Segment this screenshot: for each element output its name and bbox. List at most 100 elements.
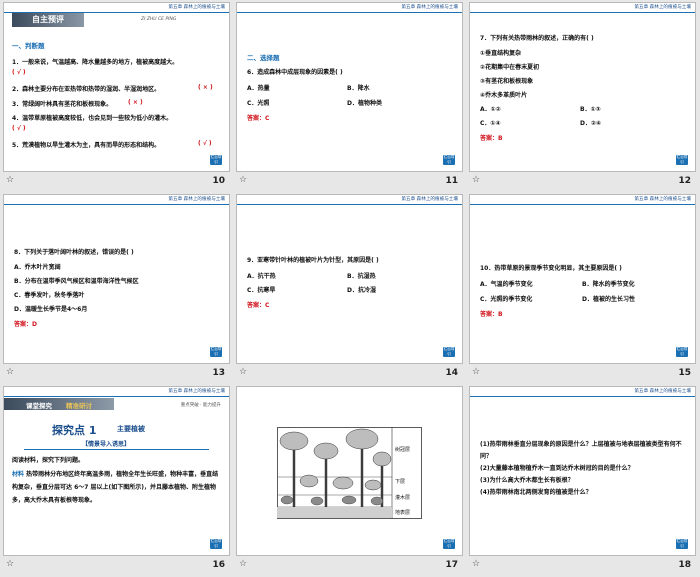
star-icon: ☆: [472, 175, 481, 185]
question-item: (2)大量藤本植物植乔木一直到达乔木树冠的目的是什么？: [480, 465, 634, 472]
answer-mark: ( √ ): [12, 69, 26, 76]
answer-text: 答案：C: [247, 302, 270, 309]
slide-header-bar: 第五章 森林上的植被与土壤: [4, 3, 229, 13]
answer-mark: ( × ): [198, 84, 213, 91]
material-paragraph: 材料 热带雨林分布地区终年高温多雨，植物全年生长旺盛，物种丰富，垂直结构复杂，垂…: [12, 468, 224, 507]
slide-thumb-11[interactable]: 第五章 森林上的植被与土壤 二、选择题 6．造成森林中成层现象的因素是( ) A…: [233, 0, 466, 192]
topic-number: 探究点 1: [52, 424, 97, 437]
answer-mark: ( √ ): [198, 140, 212, 147]
layer-label-shrub: 灌木层: [395, 494, 410, 501]
option-b: B．降水的季节变化: [582, 281, 635, 288]
option-a: A．抗干热: [247, 273, 276, 280]
question-item: (4)热带雨林南北两侧发育的植被是什么？: [480, 489, 592, 496]
slide-canvas[interactable]: 第五章 森林上的植被与土壤 7．下列有关热带雨林的叙述，正确的有( ) ①垂直结…: [469, 2, 696, 172]
answer-mark: ( × ): [128, 99, 143, 106]
slide-header-bar: 第五章 森林上的植被与土壤: [4, 387, 229, 397]
slide-canvas[interactable]: 第五章 森林上的植被与土壤 (1)热带雨林垂直分层现象的原因是什么？上层植被与地…: [469, 386, 696, 556]
slide-number: 11: [445, 176, 458, 186]
material-text: 热带雨林分布地区终年高温多雨，植物全年生长旺盛，物种丰富，垂直结构复杂，垂直分层…: [12, 471, 219, 504]
statement-1: ①垂直结构复杂: [480, 50, 522, 57]
slide-canvas[interactable]: 第五章 森林上的植被与土壤 8．下列关于落叶阔叶林的叙述，错误的是( ) A．乔…: [3, 194, 230, 364]
slide-canvas[interactable]: 第五章 森林上的植被与土壤 自主预评 ZI ZHU CE PING 一、判断题 …: [3, 2, 230, 172]
option-b: B．分布在温带季风气候区和温带海洋性气候区: [14, 278, 139, 285]
chapter-title: 第五章 森林上的植被与土壤: [168, 389, 225, 394]
slide-thumb-13[interactable]: 第五章 森林上的植被与土壤 8．下列关于落叶阔叶林的叙述，错误的是( ) A．乔…: [0, 192, 233, 384]
slide-thumb-18[interactable]: 第五章 森林上的植被与土壤 (1)热带雨林垂直分层现象的原因是什么？上层植被与地…: [466, 384, 699, 576]
slide-canvas[interactable]: 第五章 森林上的植被与土壤 课堂探究 精准研讨 重点突破 · 能力提升 探究点 …: [3, 386, 230, 556]
question-text: 8．下列关于落叶阔叶林的叙述，错误的是( ): [14, 249, 134, 256]
slide-number: 18: [678, 560, 691, 570]
star-icon: ☆: [239, 367, 248, 377]
nav-button[interactable]: 栏目导引: [210, 347, 222, 357]
option-d: D．植物种类: [347, 100, 382, 107]
slide-thumb-15[interactable]: 第五章 森林上的植被与土壤 10．热带草原的景观季节变化明显，其主要原因是( )…: [466, 192, 699, 384]
chapter-title: 第五章 森林上的植被与土壤: [401, 197, 458, 202]
layer-label-ground: 地表层: [395, 509, 410, 516]
slide-canvas[interactable]: 第五章 森林上的植被与土壤 二、选择题 6．造成森林中成层现象的因素是( ) A…: [236, 2, 463, 172]
star-icon: ☆: [6, 367, 15, 377]
option-a: A．乔木叶片宽阔: [14, 264, 61, 271]
option-b: B．①③: [580, 106, 601, 113]
slide-canvas[interactable]: 第五章 森林上的植被与土壤 10．热带草原的景观季节变化明显，其主要原因是( )…: [469, 194, 696, 364]
star-icon: ☆: [6, 175, 15, 185]
slide-header-bar: 第五章 森林上的植被与土壤: [4, 195, 229, 205]
question-text: 6．造成森林中成层现象的因素是( ): [247, 69, 343, 76]
slide-canvas[interactable]: 树冠层 下层 灌木层 地表层 栏目导引: [236, 386, 463, 556]
star-icon: ☆: [472, 367, 481, 377]
option-c: C．光照的季节变化: [480, 296, 533, 303]
slide-header-bar: 第五章 森林上的植被与土壤: [470, 387, 695, 397]
option-d: D．抗冷湿: [347, 287, 376, 294]
topic-title: 主要植被: [117, 425, 145, 433]
chapter-title: 第五章 森林上的植被与土壤: [168, 197, 225, 202]
slide-thumb-16[interactable]: 第五章 森林上的植被与土壤 课堂探究 精准研讨 重点突破 · 能力提升 探究点 …: [0, 384, 233, 576]
chapter-title: 第五章 森林上的植被与土壤: [168, 5, 225, 10]
nav-button[interactable]: 栏目导引: [676, 539, 688, 549]
option-c: C．抗寒旱: [247, 287, 276, 294]
option-a: A．气温的季节变化: [480, 281, 533, 288]
slide-header-bar: 第五章 森林上的植被与土壤: [470, 3, 695, 13]
option-c: C．光照: [247, 100, 270, 107]
option-d: D．植被的生长习性: [582, 296, 635, 303]
option-c: C．春季发叶，秋冬季落叶: [14, 292, 85, 299]
option-a: A．①②: [480, 106, 501, 113]
slide-canvas[interactable]: 第五章 森林上的植被与土壤 9．亚寒带针叶林的植被叶片为针型，其原因是( ) A…: [236, 194, 463, 364]
answer-text: 答案：D: [14, 321, 37, 328]
nav-button[interactable]: 栏目导引: [676, 155, 688, 165]
layer-label-lower: 下层: [395, 479, 405, 485]
slide-number: 10: [212, 176, 225, 186]
answer-text: 答案：B: [480, 311, 503, 318]
divider: [24, 449, 209, 450]
nav-button[interactable]: 栏目导引: [443, 347, 455, 357]
slide-thumb-10[interactable]: 第五章 森林上的植被与土壤 自主预评 ZI ZHU CE PING 一、判断题 …: [0, 0, 233, 192]
question-text: 9．亚寒带针叶林的植被叶片为针型，其原因是( ): [247, 257, 379, 264]
nav-button[interactable]: 栏目导引: [443, 155, 455, 165]
slide-thumb-14[interactable]: 第五章 森林上的植被与土壤 9．亚寒带针叶林的植被叶片为针型，其原因是( ) A…: [233, 192, 466, 384]
slide-thumb-12[interactable]: 第五章 森林上的植被与土壤 7．下列有关热带雨林的叙述，正确的有( ) ①垂直结…: [466, 0, 699, 192]
slide-number: 15: [678, 368, 691, 378]
option-d: D．温暖生长季节是4～6月: [14, 306, 88, 313]
star-icon: ☆: [239, 175, 248, 185]
nav-button[interactable]: 栏目导引: [210, 539, 222, 549]
star-icon: ☆: [472, 559, 481, 569]
banner-title: 课堂探究: [26, 402, 52, 410]
section-heading: 一、判断题: [12, 42, 45, 50]
banner-title: 自主预评: [32, 15, 64, 24]
option-c: C．①④: [480, 120, 501, 127]
slide-thumb-17[interactable]: 树冠层 下层 灌木层 地表层 栏目导引 ☆ 17: [233, 384, 466, 576]
statement-4: ④乔木多革质叶片: [480, 92, 528, 99]
nav-button[interactable]: 栏目导引: [443, 539, 455, 549]
statement-2: ②花期集中在春末夏初: [480, 64, 540, 71]
material-label: 材料: [12, 471, 25, 478]
banner-pinyin: ZI ZHU CE PING: [141, 17, 177, 22]
question-item: (1)热带雨林垂直分层现象的原因是什么？上层植被与地表层植被类型有何不同？: [480, 441, 682, 460]
question-text: 4．温带草原植被高度较低，也会见到一些较为低小的灌木。: [12, 115, 173, 122]
slide-header-bar: 第五章 森林上的植被与土壤: [237, 3, 462, 13]
nav-button[interactable]: 栏目导引: [676, 347, 688, 357]
banner-subtitle: 精准研讨: [66, 402, 92, 410]
section-banner: [4, 398, 114, 410]
answer-text: 答案：B: [480, 135, 503, 142]
section-heading: 二、选择题: [247, 54, 280, 62]
question-text: 3．常绿阔叶林具有茎花和板根现象。: [12, 101, 113, 108]
nav-button[interactable]: 栏目导引: [210, 155, 222, 165]
chapter-title: 第五章 森林上的植被与土壤: [401, 5, 458, 10]
